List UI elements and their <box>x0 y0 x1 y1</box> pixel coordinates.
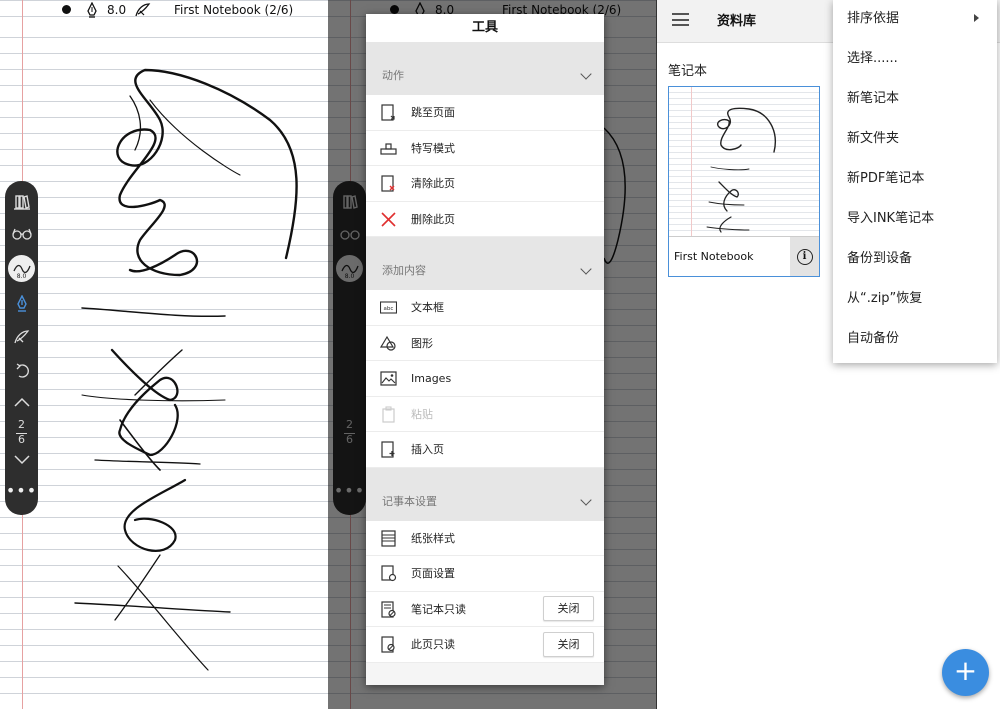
textbox-icon: abc <box>380 301 397 314</box>
section-actions-header[interactable]: 动作 <box>366 42 604 95</box>
row-label: 此页只读 <box>411 638 455 652</box>
library-icon[interactable] <box>9 189 34 214</box>
section-label: 添加内容 <box>382 264 426 277</box>
section-label: 记事本设置 <box>382 494 437 508</box>
menu-item-new-notebook[interactable]: 新笔记本 <box>833 80 997 120</box>
glasses-icon[interactable] <box>9 221 34 246</box>
delete-icon <box>381 211 396 227</box>
menu-item-backup-to-device[interactable]: 备份到设备 <box>833 240 997 280</box>
row-label: 清除此页 <box>411 177 455 191</box>
row-label: 文本框 <box>411 301 444 315</box>
notebook-info-button[interactable]: i <box>790 237 819 276</box>
svg-text:abc: abc <box>384 306 394 312</box>
menu-item-restore-from-zip[interactable]: 从“.zip”恢复 <box>833 280 997 320</box>
page-readonly-toggle-button[interactable]: 关闭 <box>543 631 594 657</box>
closeup-icon <box>380 142 397 155</box>
shapes-icon <box>380 335 396 351</box>
menu-row-goto-page[interactable]: 跳至页面 <box>366 95 604 131</box>
chevron-down-icon <box>580 68 592 80</box>
menu-item-select[interactable]: 选择...... <box>833 40 997 80</box>
pen-circle-size-label: 8.0 <box>16 273 27 280</box>
menu-row-notebook-readonly[interactable]: 笔记本只读 关闭 <box>366 591 604 627</box>
next-page-icon[interactable] <box>9 447 34 472</box>
chevron-down-icon <box>580 263 592 275</box>
menu-row-closeup-mode[interactable]: 特写模式 <box>366 130 604 166</box>
info-icon: i <box>796 248 813 265</box>
row-label: 纸张样式 <box>411 531 455 545</box>
handwriting-strokes <box>74 68 298 671</box>
row-label: 粘贴 <box>411 407 433 421</box>
fountain-pen-icon[interactable] <box>9 291 34 316</box>
notebook-card[interactable]: First Notebook i <box>668 86 820 277</box>
menu-row-insert-page[interactable]: 插入页 <box>366 432 604 468</box>
previous-page-icon[interactable] <box>9 389 34 414</box>
row-label: 跳至页面 <box>411 106 455 120</box>
goto-page-icon <box>381 104 395 121</box>
pen-size-button[interactable]: 8.0 <box>8 255 35 282</box>
row-label: 笔记本只读 <box>411 602 466 616</box>
notebook-thumbnail <box>669 87 819 237</box>
row-label: Images <box>411 371 452 385</box>
section-label: 动作 <box>382 69 404 82</box>
paste-icon <box>382 405 395 423</box>
brush-icon[interactable] <box>9 324 34 349</box>
notebook-readonly-toggle-button[interactable]: 关闭 <box>543 596 594 622</box>
tools-panel: 8.0 First Notebook (2/6) 8.0 2 6 ••• 工具 … <box>328 0 656 709</box>
menu-row-textbox[interactable]: abc 文本框 <box>366 290 604 326</box>
menu-row-page-settings[interactable]: 页面设置 <box>366 556 604 592</box>
menu-row-images[interactable]: Images <box>366 361 604 397</box>
undo-icon[interactable] <box>9 358 34 383</box>
notebook-readonly-icon <box>381 600 396 618</box>
menu-item-auto-backup[interactable]: 自动备份 <box>833 320 997 360</box>
paper-style-icon <box>381 529 396 547</box>
menu-row-clear-page[interactable]: 清除此页 <box>366 166 604 202</box>
library-panel: 资料库 笔记本 First Notebook i 排序依据 选择...... 新… <box>656 0 1000 709</box>
notebook-canvas-panel[interactable]: 8.0 First Notebook (2/6) 8.0 2 6 ••• <box>0 0 328 709</box>
submenu-arrow-icon <box>974 14 979 22</box>
row-label: 删除此页 <box>411 212 455 226</box>
image-icon <box>380 371 397 386</box>
menu-item-import-ink-notebook[interactable]: 导入INK笔记本 <box>833 200 997 240</box>
hamburger-menu-icon[interactable] <box>672 13 689 26</box>
menu-item-label: 排序依据 <box>847 11 900 26</box>
row-label: 特写模式 <box>411 141 455 155</box>
dialog-title: 工具 <box>366 14 604 42</box>
clear-page-icon <box>381 175 395 192</box>
page-readonly-icon <box>381 636 395 653</box>
menu-item-sort-by[interactable]: 排序依据 <box>833 0 997 40</box>
menu-row-shapes[interactable]: 图形 <box>366 325 604 361</box>
notebook-name: First Notebook <box>674 250 754 263</box>
page-settings-icon <box>381 565 397 582</box>
menu-item-new-pdf-notebook[interactable]: 新PDF笔记本 <box>833 160 997 200</box>
overflow-menu: 排序依据 选择...... 新笔记本 新文件夹 新PDF笔记本 导入INK笔记本… <box>833 0 997 363</box>
current-page-number: 2 <box>18 418 25 431</box>
menu-row-paste[interactable]: 粘贴 <box>366 396 604 432</box>
tools-dialog: 工具 动作 跳至页面 特写模式 清除此页 删除此页 添加内容 abc 文本框 图… <box>366 14 604 685</box>
notebooks-section-title: 笔记本 <box>668 64 708 79</box>
add-fab-button[interactable]: + <box>942 649 989 696</box>
section-add-content-header[interactable]: 添加内容 <box>366 237 604 290</box>
menu-row-delete-page[interactable]: 删除此页 <box>366 201 604 237</box>
row-label: 插入页 <box>411 443 444 457</box>
total-pages-number: 6 <box>18 433 25 446</box>
menu-row-paper-style[interactable]: 纸张样式 <box>366 520 604 556</box>
side-toolbar: 8.0 2 6 ••• <box>5 181 38 515</box>
library-title: 资料库 <box>717 14 757 29</box>
insert-page-icon <box>381 441 395 458</box>
row-label: 页面设置 <box>411 567 455 581</box>
more-options-button[interactable]: ••• <box>5 481 38 500</box>
section-notebook-settings-header[interactable]: 记事本设置 <box>366 467 604 521</box>
row-label: 图形 <box>411 336 433 350</box>
menu-item-new-folder[interactable]: 新文件夹 <box>833 120 997 160</box>
chevron-down-icon <box>580 493 592 506</box>
menu-row-page-readonly[interactable]: 此页只读 关闭 <box>366 627 604 663</box>
